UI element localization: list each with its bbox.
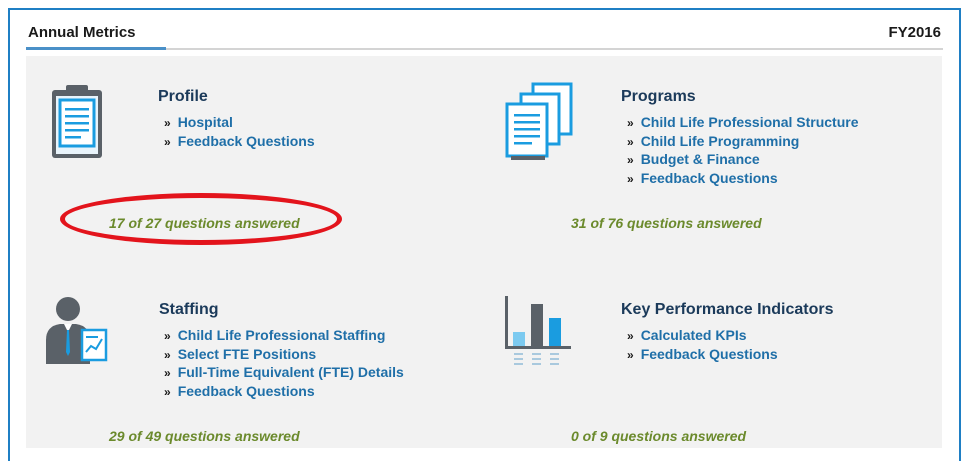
section-title-profile: Profile bbox=[158, 88, 208, 105]
section-title-programs: Programs bbox=[621, 88, 696, 105]
header: Annual Metrics FY2016 bbox=[10, 10, 959, 48]
person-chart-icon bbox=[46, 297, 108, 364]
chevron-double-right-icon: » bbox=[164, 347, 171, 362]
chevron-double-right-icon: » bbox=[627, 134, 634, 149]
chevron-double-right-icon: » bbox=[627, 171, 634, 186]
link-child-life-programming[interactable]: » Child Life Programming bbox=[627, 133, 859, 152]
link-budget-finance[interactable]: » Budget & Finance bbox=[627, 151, 859, 170]
section-title-kpi: Key Performance Indicators bbox=[621, 301, 834, 318]
link-child-life-professional-structure[interactable]: » Child Life Professional Structure bbox=[627, 114, 859, 133]
link-calculated-kpis[interactable]: » Calculated KPIs bbox=[627, 327, 778, 346]
bar-chart-icon bbox=[505, 296, 571, 365]
chevron-double-right-icon: » bbox=[627, 347, 634, 362]
link-feedback-questions[interactable]: » Feedback Questions bbox=[164, 133, 315, 152]
header-divider-accent bbox=[26, 47, 166, 50]
link-select-fte-positions[interactable]: » Select FTE Positions bbox=[164, 346, 404, 365]
chevron-double-right-icon: » bbox=[164, 116, 171, 130]
programs-answered-count: 31 of 76 questions answered bbox=[571, 215, 762, 231]
kpi-answered-count: 0 of 9 questions answered bbox=[571, 428, 747, 444]
documents-icon bbox=[505, 82, 573, 160]
page-title: Annual Metrics bbox=[28, 24, 136, 41]
link-feedback-questions[interactable]: » Feedback Questions bbox=[627, 170, 859, 189]
chevron-double-right-icon: » bbox=[627, 116, 634, 130]
chevron-double-right-icon: » bbox=[164, 384, 171, 399]
programs-links: » Child Life Professional Structure » Chil… bbox=[627, 114, 859, 188]
link-hospital[interactable]: » Hospital bbox=[164, 114, 315, 133]
link-child-life-professional-staffing[interactable]: » Child Life Professional Staffing bbox=[164, 327, 404, 346]
chevron-double-right-icon: » bbox=[627, 329, 634, 343]
chevron-double-right-icon: » bbox=[164, 329, 171, 343]
clipboard-icon bbox=[52, 85, 102, 158]
section-title-staffing: Staffing bbox=[159, 301, 219, 318]
fiscal-year-label: FY2016 bbox=[888, 24, 941, 41]
profile-links: » Hospital » Feedback Questions bbox=[164, 114, 315, 151]
highlight-annotation-ellipse bbox=[60, 193, 342, 245]
chevron-double-right-icon: » bbox=[164, 366, 171, 380]
link-feedback-questions[interactable]: » Feedback Questions bbox=[164, 383, 404, 402]
link-fte-details[interactable]: » Full-Time Equivalent (FTE) Details bbox=[164, 364, 404, 383]
chevron-double-right-icon: » bbox=[627, 153, 634, 167]
chevron-double-right-icon: » bbox=[164, 134, 171, 149]
link-feedback-questions[interactable]: » Feedback Questions bbox=[627, 346, 778, 365]
staffing-answered-count: 29 of 49 questions answered bbox=[109, 428, 300, 444]
staffing-links: » Child Life Professional Staffing » Selec… bbox=[164, 327, 404, 401]
kpi-links: » Calculated KPIs » Feedback Questions bbox=[627, 327, 778, 364]
